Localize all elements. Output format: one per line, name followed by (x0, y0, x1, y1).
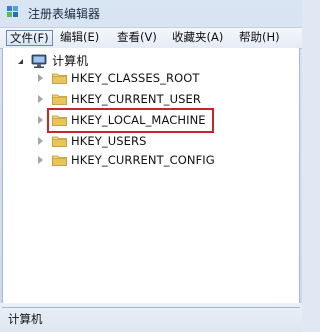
tree-node-computer[interactable]: 计算机 (3, 53, 203, 71)
registry-editor-window: 注册表编辑器 文件(F) 编辑(E) 查看(V) 收藏夹(A) 帮助(H) 计算… (0, 0, 302, 332)
expand-arrow-icon[interactable] (38, 156, 43, 164)
tree-node-hku[interactable]: HKEY_USERS (3, 133, 263, 151)
menu-favorites[interactable]: 收藏夹(A) (169, 30, 226, 46)
expand-arrow-icon[interactable] (38, 116, 43, 124)
expand-arrow-icon[interactable] (38, 95, 43, 103)
menu-view[interactable]: 查看(V) (114, 30, 160, 46)
menu-help[interactable]: 帮助(H) (236, 30, 283, 46)
title-bar[interactable]: 注册表编辑器 (0, 0, 302, 26)
tree-label-hkcc: HKEY_CURRENT_CONFIG (71, 153, 215, 167)
collapse-arrow-icon[interactable] (18, 59, 23, 64)
folder-icon (52, 136, 67, 147)
folder-icon (52, 94, 67, 105)
tree-label-computer: 计算机 (52, 54, 89, 68)
tree-label-hkcr: HKEY_CLASSES_ROOT (71, 71, 200, 85)
computer-icon (31, 54, 47, 68)
expand-arrow-icon[interactable] (38, 137, 43, 145)
tree-node-hkcr[interactable]: HKEY_CLASSES_ROOT (3, 70, 263, 88)
expand-arrow-icon[interactable] (38, 74, 43, 82)
tree-node-hkcc[interactable]: HKEY_CURRENT_CONFIG (3, 152, 263, 170)
folder-icon (52, 73, 67, 84)
tree-label-hku: HKEY_USERS (71, 134, 147, 148)
highlight-frame (47, 108, 214, 133)
tree-label-hkcu: HKEY_CURRENT_USER (71, 92, 201, 106)
tree-node-hkcu[interactable]: HKEY_CURRENT_USER (3, 91, 263, 109)
status-path: 计算机 (8, 312, 43, 326)
registry-tree[interactable]: 计算机 HKEY_CLASSES_ROOT HKEY_CURRENT_USER (2, 48, 300, 303)
menu-edit[interactable]: 编辑(E) (57, 30, 102, 46)
menu-file[interactable]: 文件(F) (6, 30, 53, 46)
regedit-icon (7, 6, 18, 17)
window-title: 注册表编辑器 (28, 7, 101, 21)
folder-icon (52, 155, 67, 166)
status-bar: 计算机 (2, 307, 300, 328)
menu-bar: 文件(F) 编辑(E) 查看(V) 收藏夹(A) 帮助(H) (0, 27, 302, 49)
